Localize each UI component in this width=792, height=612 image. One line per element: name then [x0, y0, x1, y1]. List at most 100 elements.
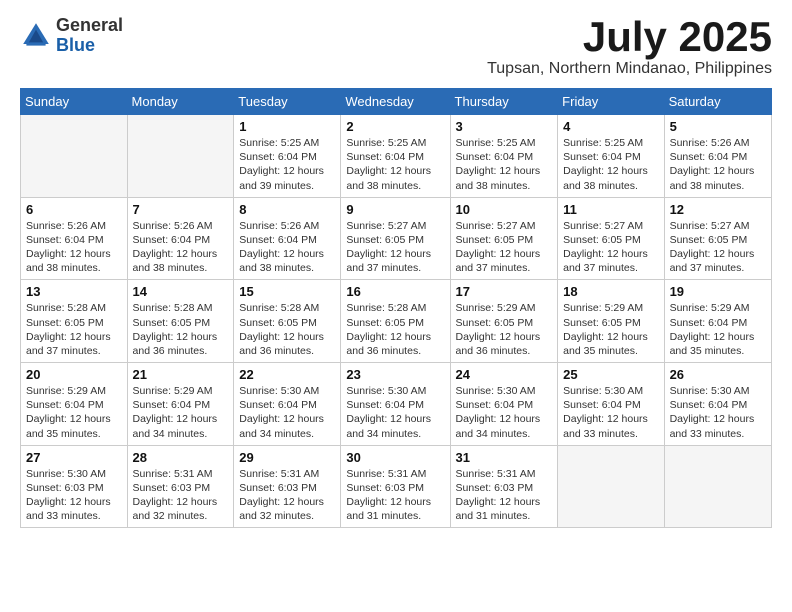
- sunset-text: Sunset: 6:05 PM: [456, 317, 534, 329]
- daylight-text: Daylight: 12 hours and 33 minutes.: [26, 496, 111, 522]
- day-info: Sunrise: 5:30 AMSunset: 6:04 PMDaylight:…: [239, 384, 335, 441]
- day-info: Sunrise: 5:27 AMSunset: 6:05 PMDaylight:…: [346, 219, 444, 276]
- daylight-text: Daylight: 12 hours and 37 minutes.: [670, 248, 755, 274]
- day-number: 2: [346, 119, 444, 134]
- table-row: 21Sunrise: 5:29 AMSunset: 6:04 PMDayligh…: [127, 363, 234, 446]
- sunrise-text: Sunrise: 5:28 AM: [133, 302, 213, 314]
- day-info: Sunrise: 5:26 AMSunset: 6:04 PMDaylight:…: [26, 219, 122, 276]
- day-info: Sunrise: 5:30 AMSunset: 6:04 PMDaylight:…: [346, 384, 444, 441]
- page: General Blue July 2025 Tupsan, Northern …: [0, 0, 792, 544]
- sunrise-text: Sunrise: 5:29 AM: [563, 302, 643, 314]
- daylight-text: Daylight: 12 hours and 35 minutes.: [563, 331, 648, 357]
- day-number: 11: [563, 202, 658, 217]
- day-info: Sunrise: 5:29 AMSunset: 6:05 PMDaylight:…: [456, 301, 553, 358]
- daylight-text: Daylight: 12 hours and 35 minutes.: [26, 413, 111, 439]
- daylight-text: Daylight: 12 hours and 37 minutes.: [26, 331, 111, 357]
- day-number: 31: [456, 450, 553, 465]
- calendar-week-row: 1Sunrise: 5:25 AMSunset: 6:04 PMDaylight…: [21, 115, 772, 198]
- header-monday: Monday: [127, 89, 234, 115]
- day-info: Sunrise: 5:26 AMSunset: 6:04 PMDaylight:…: [239, 219, 335, 276]
- sunrise-text: Sunrise: 5:29 AM: [670, 302, 750, 314]
- sunrise-text: Sunrise: 5:28 AM: [26, 302, 106, 314]
- sunrise-text: Sunrise: 5:30 AM: [346, 385, 426, 397]
- day-number: 3: [456, 119, 553, 134]
- sunrise-text: Sunrise: 5:25 AM: [456, 137, 536, 149]
- sunrise-text: Sunrise: 5:30 AM: [26, 468, 106, 480]
- sunset-text: Sunset: 6:04 PM: [456, 151, 534, 163]
- day-info: Sunrise: 5:28 AMSunset: 6:05 PMDaylight:…: [346, 301, 444, 358]
- header: General Blue July 2025 Tupsan, Northern …: [20, 16, 772, 78]
- daylight-text: Daylight: 12 hours and 37 minutes.: [346, 248, 431, 274]
- sunrise-text: Sunrise: 5:26 AM: [670, 137, 750, 149]
- sunrise-text: Sunrise: 5:25 AM: [239, 137, 319, 149]
- daylight-text: Daylight: 12 hours and 35 minutes.: [670, 331, 755, 357]
- header-friday: Friday: [558, 89, 664, 115]
- daylight-text: Daylight: 12 hours and 34 minutes.: [239, 413, 324, 439]
- day-info: Sunrise: 5:28 AMSunset: 6:05 PMDaylight:…: [133, 301, 229, 358]
- day-info: Sunrise: 5:30 AMSunset: 6:04 PMDaylight:…: [456, 384, 553, 441]
- table-row: 24Sunrise: 5:30 AMSunset: 6:04 PMDayligh…: [450, 363, 558, 446]
- day-number: 12: [670, 202, 766, 217]
- table-row: 3Sunrise: 5:25 AMSunset: 6:04 PMDaylight…: [450, 115, 558, 198]
- table-row: 22 Sunrise: 5:30 AMSunset: 6:04 PMDayligh…: [234, 363, 341, 446]
- day-info: Sunrise: 5:27 AMSunset: 6:05 PMDaylight:…: [456, 219, 553, 276]
- sunset-text: Sunset: 6:05 PM: [456, 234, 534, 246]
- calendar-table: Sunday Monday Tuesday Wednesday Thursday…: [20, 88, 772, 528]
- day-info: Sunrise: 5:30 AMSunset: 6:04 PMDaylight:…: [670, 384, 766, 441]
- day-info: Sunrise: 5:25 AMSunset: 6:04 PMDaylight:…: [563, 136, 658, 193]
- calendar-week-row: 6Sunrise: 5:26 AMSunset: 6:04 PMDaylight…: [21, 197, 772, 280]
- table-row: 9Sunrise: 5:27 AMSunset: 6:05 PMDaylight…: [341, 197, 450, 280]
- table-row: 8Sunrise: 5:26 AMSunset: 6:04 PMDaylight…: [234, 197, 341, 280]
- day-number: 30: [346, 450, 444, 465]
- day-number: 22: [239, 367, 335, 382]
- day-number: 27: [26, 450, 122, 465]
- day-number: 17: [456, 284, 553, 299]
- daylight-text: Daylight: 12 hours and 34 minutes.: [456, 413, 541, 439]
- day-number: 10: [456, 202, 553, 217]
- daylight-text: Daylight: 12 hours and 32 minutes.: [133, 496, 218, 522]
- table-row: 23Sunrise: 5:30 AMSunset: 6:04 PMDayligh…: [341, 363, 450, 446]
- daylight-text: Daylight: 12 hours and 31 minutes.: [346, 496, 431, 522]
- sunrise-text: Sunrise: 5:31 AM: [133, 468, 213, 480]
- table-row: [664, 445, 771, 528]
- daylight-text: Daylight: 12 hours and 38 minutes.: [133, 248, 218, 274]
- calendar-header-row: Sunday Monday Tuesday Wednesday Thursday…: [21, 89, 772, 115]
- daylight-text: Daylight: 12 hours and 36 minutes.: [133, 331, 218, 357]
- day-info: Sunrise: 5:31 AMSunset: 6:03 PMDaylight:…: [239, 467, 335, 524]
- table-row: 7Sunrise: 5:26 AMSunset: 6:04 PMDaylight…: [127, 197, 234, 280]
- sunrise-text: Sunrise: 5:31 AM: [239, 468, 319, 480]
- table-row: 11 Sunrise: 5:27 AMSunset: 6:05 PMDayligh…: [558, 197, 664, 280]
- sunrise-text: Sunrise: 5:27 AM: [346, 220, 426, 232]
- sunrise-text: Sunrise: 5:26 AM: [239, 220, 319, 232]
- day-number: 21: [133, 367, 229, 382]
- daylight-text: Daylight: 12 hours and 33 minutes.: [670, 413, 755, 439]
- sunrise-text: Sunrise: 5:30 AM: [563, 385, 643, 397]
- daylight-text: Daylight: 12 hours and 38 minutes.: [26, 248, 111, 274]
- table-row: 16Sunrise: 5:28 AMSunset: 6:05 PMDayligh…: [341, 280, 450, 363]
- day-number: 7: [133, 202, 229, 217]
- sunrise-text: Sunrise: 5:28 AM: [346, 302, 426, 314]
- header-tuesday: Tuesday: [234, 89, 341, 115]
- header-thursday: Thursday: [450, 89, 558, 115]
- sunset-text: Sunset: 6:05 PM: [26, 317, 104, 329]
- sunset-text: Sunset: 6:04 PM: [563, 399, 641, 411]
- sunrise-text: Sunrise: 5:30 AM: [456, 385, 536, 397]
- table-row: 31Sunrise: 5:31 AMSunset: 6:03 PMDayligh…: [450, 445, 558, 528]
- day-info: Sunrise: 5:29 AMSunset: 6:04 PMDaylight:…: [670, 301, 766, 358]
- sunset-text: Sunset: 6:03 PM: [26, 482, 104, 494]
- table-row: 15Sunrise: 5:28 AMSunset: 6:05 PMDayligh…: [234, 280, 341, 363]
- table-row: 27 Sunrise: 5:30 AM Sunset: 6:03 PM Dayligh…: [21, 445, 128, 528]
- table-row: 17 Sunrise: 5:29 AMSunset: 6:05 PMDayligh…: [450, 280, 558, 363]
- daylight-text: Daylight: 12 hours and 36 minutes.: [346, 331, 431, 357]
- daylight-text: Daylight: 12 hours and 38 minutes.: [563, 165, 648, 191]
- table-row: 6Sunrise: 5:26 AMSunset: 6:04 PMDaylight…: [21, 197, 128, 280]
- sunrise-text: Sunrise: 5:31 AM: [456, 468, 536, 480]
- day-info: Sunrise: 5:31 AMSunset: 6:03 PMDaylight:…: [133, 467, 229, 524]
- sunrise-text: Sunrise: 5:30 AM: [670, 385, 750, 397]
- sunset-text: Sunset: 6:04 PM: [239, 234, 317, 246]
- day-info: Sunrise: 5:27 AMSunset: 6:05 PMDaylight:…: [563, 219, 658, 276]
- table-row: 26Sunrise: 5:30 AMSunset: 6:04 PMDayligh…: [664, 363, 771, 446]
- header-sunday: Sunday: [21, 89, 128, 115]
- table-row: 30Sunrise: 5:31 AMSunset: 6:03 PMDayligh…: [341, 445, 450, 528]
- title-block: July 2025 Tupsan, Northern Mindanao, Phi…: [487, 16, 772, 78]
